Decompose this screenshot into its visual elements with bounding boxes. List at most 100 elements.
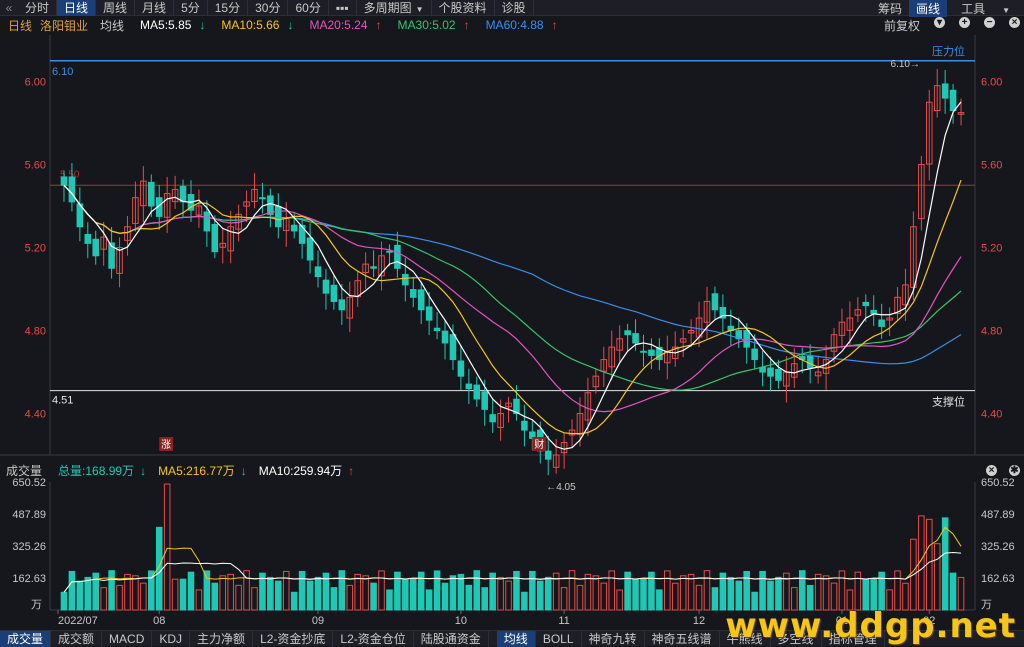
volume-bar	[211, 582, 219, 611]
volume-bar	[433, 570, 441, 611]
candle-body	[457, 360, 465, 377]
volume-bar	[68, 570, 76, 611]
volume-bar	[711, 587, 719, 611]
volume-bar	[600, 582, 608, 611]
volume-bar	[386, 589, 393, 611]
candle-body	[941, 83, 949, 99]
volume-bar	[354, 573, 361, 611]
volume-bar	[941, 517, 949, 611]
volume-bar	[568, 570, 576, 611]
volume-bar	[671, 582, 679, 611]
candle-body	[322, 279, 330, 294]
volume-bar	[378, 570, 385, 611]
tab-indicator-4[interactable]: 主力净额	[190, 630, 254, 647]
tab-indicator-10[interactable]: 神奇九转	[582, 630, 645, 647]
volume-bar	[179, 578, 187, 611]
low-label: ←4.05	[546, 482, 576, 493]
volume-bar	[116, 584, 123, 611]
volume-bar	[560, 587, 568, 611]
volume-bar	[529, 570, 536, 611]
month-label-1: 08	[153, 615, 165, 627]
volume-bar	[513, 570, 520, 611]
candle-body	[878, 319, 885, 327]
volume-bar	[219, 575, 227, 611]
volume-bar	[275, 580, 282, 611]
volume-bar	[798, 570, 806, 611]
y-tick-right-4: 4.40	[981, 409, 1002, 421]
month-label-4: 11	[558, 615, 569, 627]
volume-bar	[894, 570, 901, 611]
volume-bar	[584, 573, 592, 611]
candle-body	[402, 273, 409, 286]
candle-body	[441, 330, 449, 344]
vol-tick-left-1: 487.89	[12, 509, 46, 521]
volume-bar	[576, 584, 584, 611]
tab-indicator-9[interactable]: BOLL	[536, 630, 582, 647]
vol-ma5-line	[63, 526, 962, 593]
volume-bar	[60, 591, 68, 611]
tab-indicator-3[interactable]: KDJ	[152, 630, 191, 647]
volume-bar	[743, 570, 750, 611]
tab-indicator-2[interactable]: MACD	[102, 630, 153, 647]
candle-body	[489, 414, 496, 423]
candle-body	[862, 301, 870, 307]
volume-bar	[616, 589, 623, 611]
volume-bar	[687, 573, 695, 611]
y-tick-right-1: 5.60	[981, 160, 1002, 172]
volume-bar	[465, 584, 473, 611]
volume-bar	[814, 573, 822, 611]
volume-bar	[187, 571, 195, 611]
marker-fin: 财	[534, 438, 544, 451]
y-tick-left-3: 4.80	[25, 326, 46, 338]
candle-body	[60, 176, 68, 186]
support-value-label: 4.51	[52, 395, 73, 407]
marker-up: 涨	[161, 439, 171, 451]
y-tick-left-4: 4.40	[25, 409, 46, 421]
candle-body	[449, 334, 457, 361]
vol-tick-right-2: 325.26	[981, 541, 1015, 553]
tab-indicator-0[interactable]: 成交量	[0, 630, 52, 647]
volume-bar	[537, 580, 544, 611]
volume-bar	[314, 576, 322, 611]
volume-bar	[759, 570, 766, 611]
tab-indicator-7[interactable]: 陆股通资金	[414, 630, 489, 647]
volume-bar	[330, 587, 338, 611]
candle-body	[211, 223, 219, 253]
candle-body	[338, 299, 346, 311]
month-label-2: 09	[312, 615, 324, 627]
vol-tick-right-0: 650.52	[981, 477, 1015, 489]
candle-body	[290, 224, 298, 232]
y-tick-left-2: 5.20	[25, 243, 46, 255]
volume-bar	[171, 578, 179, 611]
tab-indicator-6[interactable]: L2-资金仓位	[333, 630, 414, 647]
candle-body	[632, 333, 639, 344]
candle-body	[394, 244, 401, 269]
volume-bar	[449, 575, 457, 611]
candle-body	[949, 89, 957, 112]
volume-bar	[203, 570, 211, 611]
volume-bar	[497, 576, 504, 611]
candle-body	[203, 211, 211, 232]
volume-bar	[608, 570, 616, 611]
volume-bar	[132, 575, 139, 611]
tab-indicator-8[interactable]: 均线	[496, 630, 536, 647]
candle-body	[386, 250, 393, 253]
volume-bar	[140, 582, 147, 611]
tab-indicator-5[interactable]: L2-资金抄底	[253, 630, 334, 647]
volume-bar	[949, 572, 957, 611]
candle-body	[544, 450, 552, 460]
candle-body	[68, 176, 76, 203]
support-label: 支撑位	[932, 395, 965, 409]
volume-bar	[290, 591, 298, 611]
volume-bar	[227, 573, 234, 611]
tab-indicator-11[interactable]: 神奇五线谱	[645, 630, 720, 647]
tab-indicator-1[interactable]: 成交额	[51, 630, 103, 647]
watermark-text: www.ddgp.net	[725, 606, 1016, 646]
candle-body	[521, 420, 528, 431]
candle-body	[306, 237, 314, 261]
candle-body	[148, 181, 155, 207]
volume-bar	[362, 575, 369, 611]
kline-chart[interactable]: 6.00 6.00 5.60 5.60 5.20 5.20 4.80 4.80 4.40 4.40…	[0, 0, 1024, 646]
candle-body	[806, 355, 814, 369]
y-tick-right-3: 4.80	[981, 326, 1002, 338]
